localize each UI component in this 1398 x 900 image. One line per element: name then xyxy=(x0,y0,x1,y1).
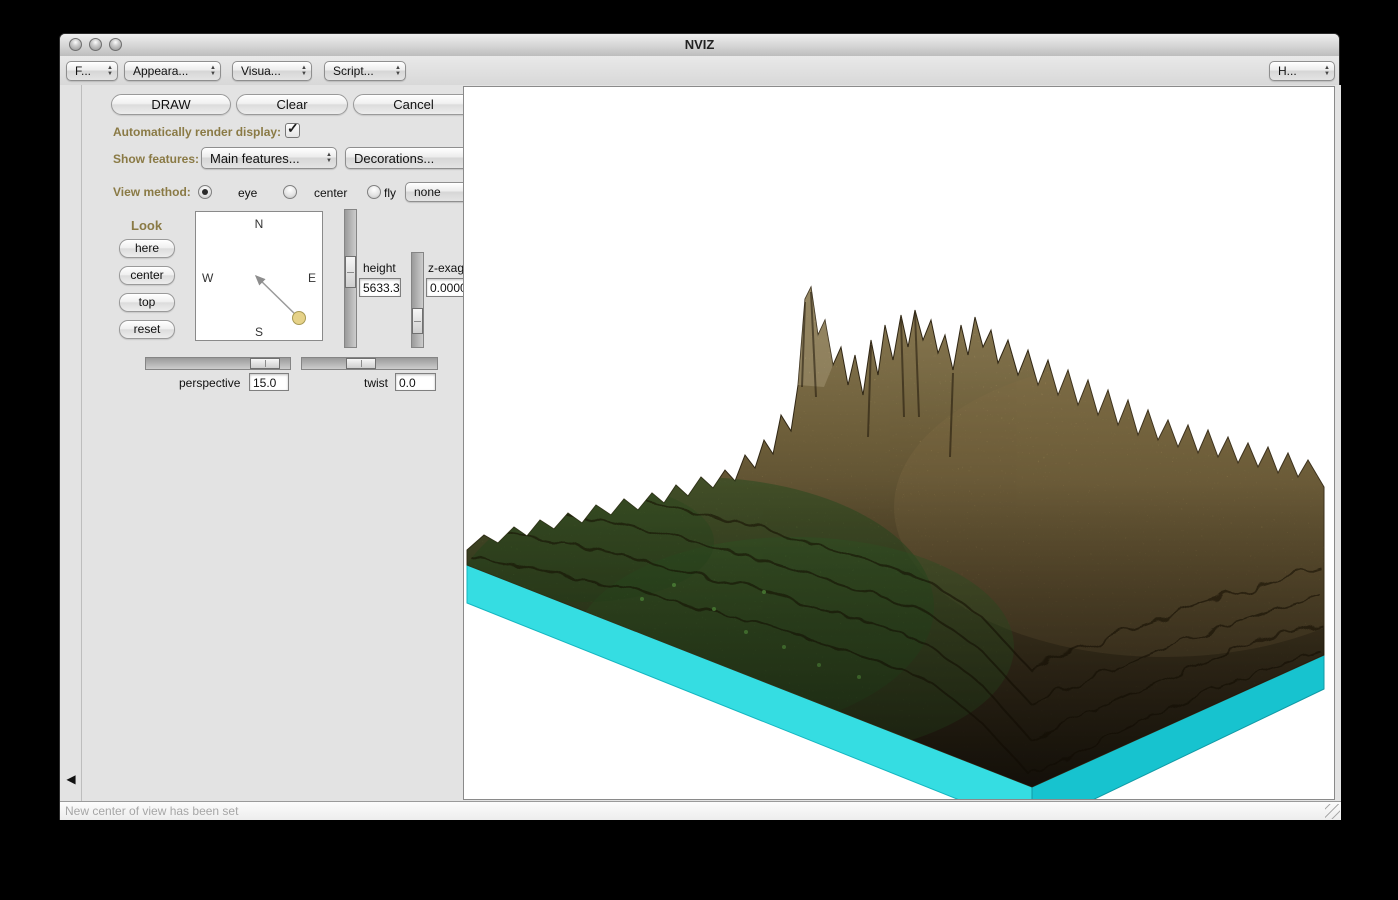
draw-button[interactable]: DRAW xyxy=(111,94,231,115)
clear-button[interactable]: Clear xyxy=(236,94,348,115)
window-title: NVIZ xyxy=(684,37,715,52)
auto-render-label: Automatically render display: xyxy=(113,125,282,139)
menu-bar: F... Appeara... Visua... Script... H... xyxy=(60,56,1339,86)
popup-arrows-icon xyxy=(107,65,113,77)
perspective-slider-track[interactable] xyxy=(145,357,291,370)
menu-scripting-label: Script... xyxy=(333,64,374,78)
look-reset-button[interactable]: reset xyxy=(119,320,175,339)
render-canvas[interactable] xyxy=(463,86,1335,830)
zexag-label: z-exag xyxy=(428,261,465,275)
compass-graphic: N S W E xyxy=(202,217,316,339)
menu-help[interactable]: H... xyxy=(1269,61,1335,81)
popup-arrows-icon xyxy=(301,65,307,77)
auto-render-checkbox[interactable] xyxy=(285,123,300,138)
twist-value-field[interactable]: 0.0 xyxy=(395,373,436,391)
terrain-3d-view xyxy=(466,286,1325,830)
menu-visualize-label: Visua... xyxy=(241,64,281,78)
title-bar[interactable]: NVIZ xyxy=(60,34,1339,57)
menu-help-label: H... xyxy=(1278,64,1297,78)
popup-arrows-icon xyxy=(395,65,401,77)
nviz-window: NVIZ F... Appeara... Visua... Script... … xyxy=(59,33,1341,830)
height-slider-track[interactable] xyxy=(344,209,357,348)
checkmark-icon xyxy=(287,120,299,137)
desktop: { "window": { "title": "NVIZ" }, "menuba… xyxy=(0,0,1398,900)
control-panel: DRAW Clear Cancel Automatically render d… xyxy=(82,85,477,801)
side-strip xyxy=(60,85,82,801)
compass-north-label: N xyxy=(255,217,264,231)
collapse-panel-arrow-icon[interactable] xyxy=(63,771,79,787)
menu-scripting[interactable]: Script... xyxy=(324,61,406,81)
view-position-control[interactable]: N S W E xyxy=(195,211,323,341)
look-top-button[interactable]: top xyxy=(119,293,175,312)
compass-south-label: S xyxy=(255,325,263,339)
view-direction-arrow xyxy=(254,274,300,319)
popup-arrows-icon xyxy=(326,152,332,164)
zexag-slider-track[interactable] xyxy=(411,252,424,348)
popup-arrows-icon xyxy=(1324,65,1330,77)
view-method-fly-radio[interactable] xyxy=(367,185,381,199)
main-features-label: Main features... xyxy=(210,150,300,166)
main-features-dropdown[interactable]: Main features... xyxy=(201,147,337,169)
popup-arrows-icon xyxy=(210,65,216,77)
cancel-button[interactable]: Cancel xyxy=(353,94,474,115)
view-method-eye-radio[interactable] xyxy=(198,185,212,199)
menu-appearance[interactable]: Appeara... xyxy=(124,61,221,81)
menu-file-label: F... xyxy=(75,64,92,78)
height-slider-handle[interactable] xyxy=(345,256,356,288)
look-label: Look xyxy=(131,218,163,233)
menu-appearance-label: Appeara... xyxy=(133,64,189,78)
eye-position-marker[interactable] xyxy=(292,311,306,325)
show-features-label: Show features: xyxy=(113,152,200,166)
view-method-center-radio[interactable] xyxy=(283,185,297,199)
decorations-label: Decorations... xyxy=(354,150,435,166)
view-method-fly-label: fly xyxy=(384,186,396,200)
window-content: DRAW Clear Cancel Automatically render d… xyxy=(60,85,1341,830)
compass-east-label: E xyxy=(308,271,316,285)
menu-file[interactable]: F... xyxy=(66,61,118,81)
look-here-button[interactable]: here xyxy=(119,239,175,258)
twist-slider-handle[interactable] xyxy=(346,358,376,369)
look-center-button[interactable]: center xyxy=(119,266,175,285)
perspective-label: perspective xyxy=(179,376,241,390)
perspective-value-field[interactable]: 15.0 xyxy=(249,373,289,391)
view-method-center-label: center xyxy=(314,186,348,200)
zexag-slider-handle[interactable] xyxy=(412,308,423,334)
twist-label: twist xyxy=(364,376,388,390)
terrain-graphic xyxy=(466,286,1325,788)
resize-grip[interactable] xyxy=(1325,804,1340,819)
fly-mode-label: none xyxy=(414,185,441,199)
status-bar: New center of view has been set xyxy=(60,801,1341,820)
menu-visualize[interactable]: Visua... xyxy=(232,61,312,81)
view-method-eye-label: eye xyxy=(238,186,258,200)
status-message: New center of view has been set xyxy=(65,804,239,818)
view-method-label: View method: xyxy=(113,185,191,199)
decorations-dropdown[interactable]: Decorations... xyxy=(345,147,476,169)
height-value-field[interactable]: 5633.3 xyxy=(359,278,401,297)
twist-slider-track[interactable] xyxy=(301,357,438,370)
compass-west-label: W xyxy=(202,271,214,285)
perspective-slider-handle[interactable] xyxy=(250,358,280,369)
height-label: height xyxy=(363,261,396,275)
